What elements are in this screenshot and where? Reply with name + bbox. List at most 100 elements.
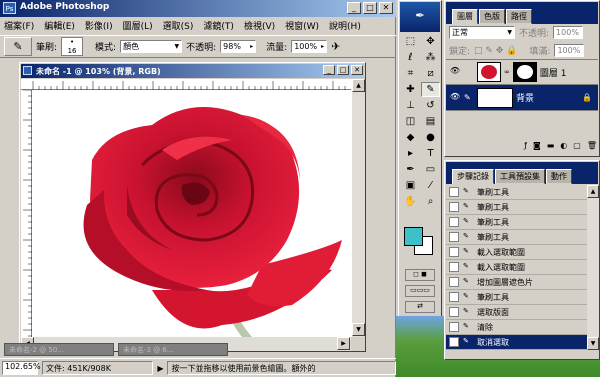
image-canvas[interactable] xyxy=(32,90,351,337)
history-brush-source-checkbox[interactable] xyxy=(449,187,459,197)
close-button[interactable]: ✕ xyxy=(379,2,393,14)
add-mask-icon[interactable]: ◙ xyxy=(533,141,541,155)
menu-image[interactable]: 影像(I) xyxy=(85,19,113,32)
hand-icon[interactable]: ✋ xyxy=(401,194,420,209)
history-brush-icon[interactable]: ↺ xyxy=(421,98,440,113)
opacity-input[interactable]: 98% ▸ xyxy=(220,40,257,53)
menu-select[interactable]: 選取(S) xyxy=(163,19,194,32)
menu-filter[interactable]: 濾鏡(T) xyxy=(203,19,234,32)
eraser-icon[interactable]: ◫ xyxy=(401,114,420,129)
tab-paths[interactable]: 路徑 xyxy=(506,9,532,24)
history-brush-source-checkbox[interactable] xyxy=(449,217,459,227)
history-item[interactable]: ✎ 筆刷工具 xyxy=(446,230,588,245)
brush-icon[interactable]: ✎ xyxy=(421,82,440,97)
menu-edit[interactable]: 編輯(E) xyxy=(44,19,75,32)
layer-row-1[interactable]: 👁 ∞ 圖層 1 xyxy=(446,59,598,85)
tab-layers[interactable]: 圖層 xyxy=(452,9,478,24)
history-brush-source-checkbox[interactable] xyxy=(449,292,459,302)
history-item[interactable]: ✎ 筆刷工具 xyxy=(446,290,588,305)
eye-icon[interactable]: 👁 xyxy=(449,92,461,104)
tool-preset-picker[interactable]: ✎ xyxy=(4,37,32,56)
history-item[interactable]: ✎ 清除 xyxy=(446,320,588,335)
eye-icon[interactable]: 👁 xyxy=(449,66,461,78)
foreground-color-swatch[interactable] xyxy=(404,227,423,246)
status-arrow-icon[interactable]: ▶ xyxy=(157,364,163,373)
shape-icon[interactable]: ▭ xyxy=(421,162,440,177)
menu-layer[interactable]: 圖層(L) xyxy=(123,19,153,32)
document-title-bar[interactable]: 未命名 -1 @ 103% (背景, RGB) xyxy=(21,64,364,78)
history-item[interactable]: ✎ 載入選取範圍 xyxy=(446,260,588,275)
scroll-up-icon[interactable]: ▲ xyxy=(587,185,599,198)
layer-mask-thumbnail[interactable] xyxy=(512,62,537,82)
history-brush-source-checkbox[interactable] xyxy=(449,262,459,272)
marquee-icon[interactable]: ⬚ xyxy=(401,34,420,49)
history-brush-source-checkbox[interactable] xyxy=(449,232,459,242)
history-brush-source-checkbox[interactable] xyxy=(449,322,459,332)
tab-history[interactable]: 步驟記錄 xyxy=(452,169,494,184)
history-item[interactable]: ✎ 筆刷工具 xyxy=(446,200,588,215)
notes-icon[interactable]: ▣ xyxy=(401,178,420,193)
flow-input[interactable]: 100% ▸ xyxy=(291,40,328,53)
blur-icon[interactable]: ◆ xyxy=(401,130,420,145)
layer-set-icon[interactable]: ▬ xyxy=(547,141,555,155)
history-item[interactable]: ✎ 選取版面 xyxy=(446,305,588,320)
doc-close-button[interactable]: ✕ xyxy=(351,65,363,75)
maximize-button[interactable]: □ xyxy=(363,2,377,14)
chain-icon[interactable]: ∞ xyxy=(504,68,510,76)
zoom-icon[interactable]: ⌕ xyxy=(421,194,440,209)
lasso-icon[interactable]: ℓ xyxy=(401,50,420,65)
history-brush-source-checkbox[interactable] xyxy=(449,277,459,287)
history-item[interactable]: ✎ 載入選取範圍 xyxy=(446,245,588,260)
layer-style-icon[interactable]: ƒ xyxy=(524,141,527,155)
screen-mode-icon[interactable]: ▭▭▭ xyxy=(405,285,435,297)
history-brush-source-checkbox[interactable] xyxy=(449,202,459,212)
layer-row-background[interactable]: 👁 ✎ 背景 🔒 xyxy=(446,85,598,111)
history-item[interactable]: ✎ 筆刷工具 xyxy=(446,185,588,200)
menu-help[interactable]: 說明(H) xyxy=(329,19,361,32)
scroll-down-icon[interactable]: ▼ xyxy=(587,337,599,350)
dodge-icon[interactable]: ● xyxy=(421,130,440,145)
history-brush-source-checkbox[interactable] xyxy=(449,307,459,317)
quick-mask-toggle[interactable]: ◻ ◼ xyxy=(405,269,435,281)
minimized-doc-1[interactable]: 未命名-2 @ 50... xyxy=(4,343,114,356)
tab-channels[interactable]: 色版 xyxy=(479,9,505,24)
lock-icons[interactable]: □ ✎ ✥ 🔒 xyxy=(474,46,517,56)
trash-icon[interactable]: 🗑 xyxy=(587,141,597,155)
imageready-icon[interactable]: ⇄ xyxy=(405,301,435,313)
zoom-field[interactable]: 102.65% xyxy=(2,361,41,375)
path-select-icon[interactable]: ▸ xyxy=(401,146,420,161)
layers-opacity-input[interactable]: 100% xyxy=(553,26,584,39)
new-layer-icon[interactable]: ▢ xyxy=(573,141,581,155)
scroll-down-icon[interactable]: ▼ xyxy=(352,323,365,336)
minimized-doc-2[interactable]: 未命名-3 @ 6... xyxy=(118,343,228,356)
pen-icon[interactable]: ✒ xyxy=(401,162,420,177)
history-item[interactable]: ✎ 筆刷工具 xyxy=(446,215,588,230)
history-brush-source-checkbox[interactable] xyxy=(449,337,459,347)
doc-maximize-button[interactable]: □ xyxy=(337,65,349,75)
doc-minimize-button[interactable]: _ xyxy=(323,65,335,75)
gradient-icon[interactable]: ▤ xyxy=(421,114,440,129)
tab-actions[interactable]: 動作 xyxy=(546,169,572,184)
history-scrollbar[interactable]: ▲ ▼ xyxy=(587,185,599,350)
menu-window[interactable]: 視窗(W) xyxy=(285,19,319,32)
healing-icon[interactable]: ✚ xyxy=(401,82,420,97)
vertical-scrollbar[interactable]: ▲ ▼ xyxy=(351,79,365,337)
history-brush-source-checkbox[interactable] xyxy=(449,247,459,257)
crop-icon[interactable]: ⌗ xyxy=(401,66,420,81)
brush-size-picker[interactable]: • 16 xyxy=(61,37,84,56)
fill-input[interactable]: 100% xyxy=(554,44,585,57)
magic-wand-icon[interactable]: ⁂ xyxy=(421,50,440,65)
adjustment-layer-icon[interactable]: ◐ xyxy=(560,141,567,155)
blend-mode-dropdown[interactable]: 正常 ▼ xyxy=(449,26,515,39)
stamp-icon[interactable]: ⊥ xyxy=(401,98,420,113)
tab-tool-presets[interactable]: 工具預設集 xyxy=(495,169,545,184)
photoshop-feather-icon[interactable]: ✒ xyxy=(400,2,440,32)
move-icon[interactable]: ✥ xyxy=(421,34,440,49)
slice-icon[interactable]: ⧄ xyxy=(421,66,440,81)
scroll-up-icon[interactable]: ▲ xyxy=(352,79,365,92)
history-item[interactable]: ✎ 增加圖層遮色片 xyxy=(446,275,588,290)
history-item[interactable]: ✎ 取消選取 xyxy=(446,335,588,350)
minimize-button[interactable]: _ xyxy=(347,2,361,14)
menu-file[interactable]: 檔案(F) xyxy=(4,19,34,32)
menu-view[interactable]: 檢視(V) xyxy=(244,19,275,32)
